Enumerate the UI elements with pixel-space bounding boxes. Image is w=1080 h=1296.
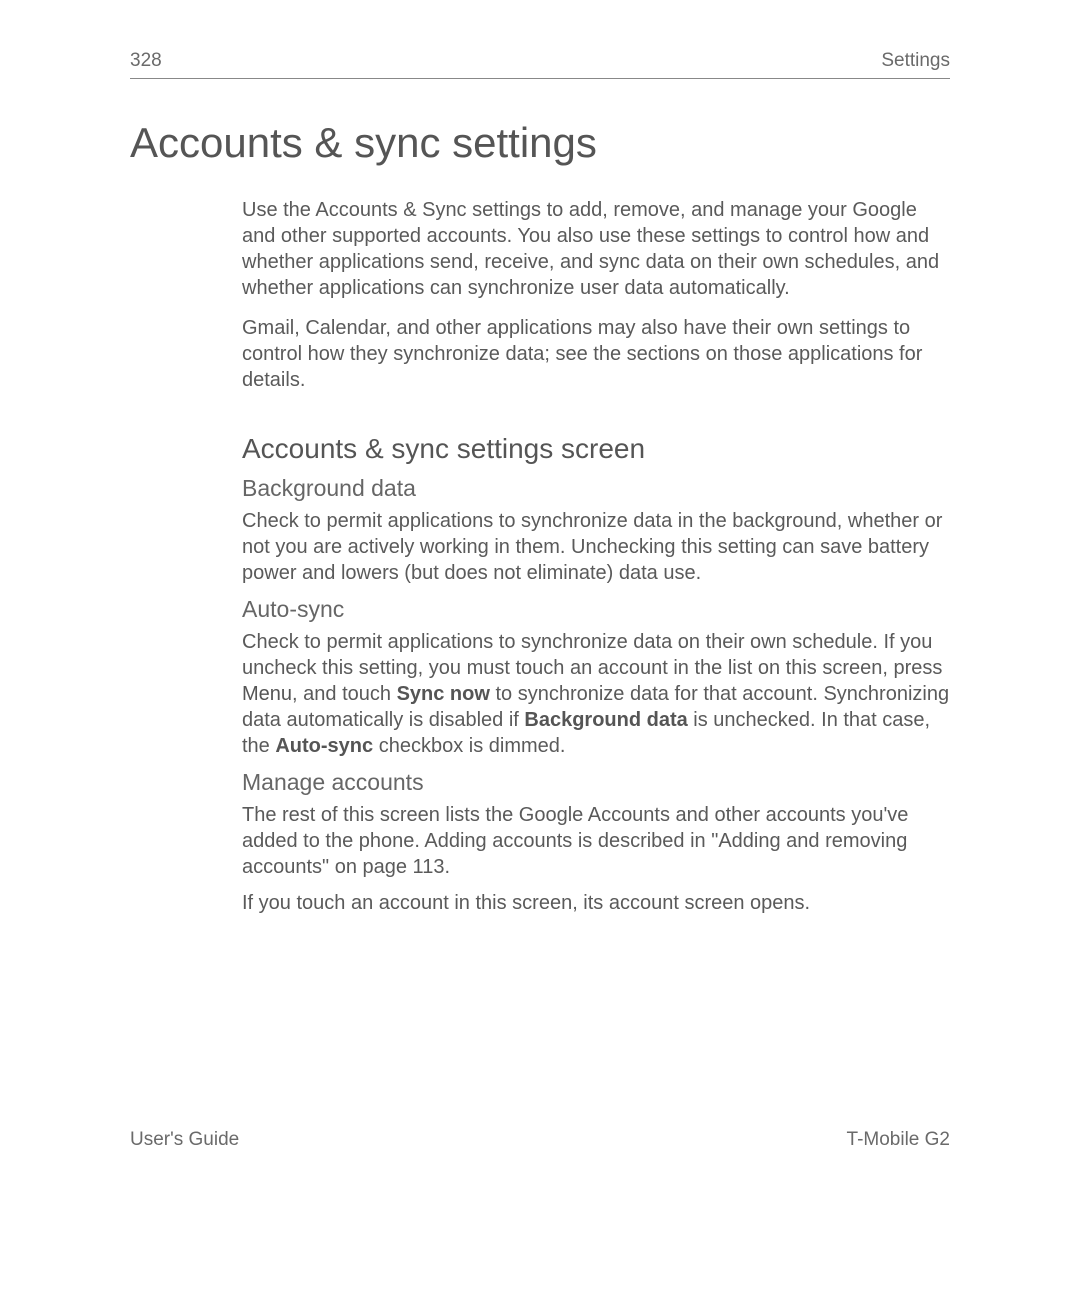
intro-paragraph-2: Gmail, Calendar, and other applications … — [242, 315, 950, 393]
page-footer: User's Guide T-Mobile G2 — [130, 1129, 950, 1151]
background-data-text: Check to permit applications to synchron… — [242, 508, 950, 586]
auto-sync-text-mid1: , and touch — [292, 683, 397, 705]
page-header: 328 Settings — [130, 50, 950, 79]
auto-sync-heading: Auto-sync — [242, 596, 950, 623]
footer-right: T-Mobile G2 — [847, 1129, 950, 1151]
sync-now-label: Sync now — [397, 683, 490, 705]
intro-paragraph-1: Use the Accounts & Sync settings to add,… — [242, 197, 950, 301]
auto-sync-label: Auto-sync — [275, 735, 373, 757]
auto-sync-text: Check to permit applications to synchron… — [242, 629, 950, 759]
page-title: Accounts & sync settings — [130, 119, 950, 167]
menu-label: Menu — [242, 683, 292, 705]
auto-sync-text-pre: Check to permit applications to synchron… — [242, 631, 942, 679]
chapter-name: Settings — [881, 50, 950, 72]
page-container: 328 Settings Accounts & sync settings Us… — [0, 0, 1080, 916]
content-block: Use the Accounts & Sync settings to add,… — [242, 197, 950, 916]
footer-left: User's Guide — [130, 1129, 239, 1151]
auto-sync-text-end: checkbox is dimmed. — [373, 735, 565, 757]
page-number: 328 — [130, 50, 162, 72]
manage-accounts-para2: If you touch an account in this screen, … — [242, 890, 950, 916]
manage-accounts-heading: Manage accounts — [242, 769, 950, 796]
section-heading: Accounts & sync settings screen — [242, 433, 950, 465]
manage-accounts-para1: The rest of this screen lists the Google… — [242, 802, 950, 880]
background-data-label: Background data — [524, 709, 687, 731]
background-data-heading: Background data — [242, 475, 950, 502]
